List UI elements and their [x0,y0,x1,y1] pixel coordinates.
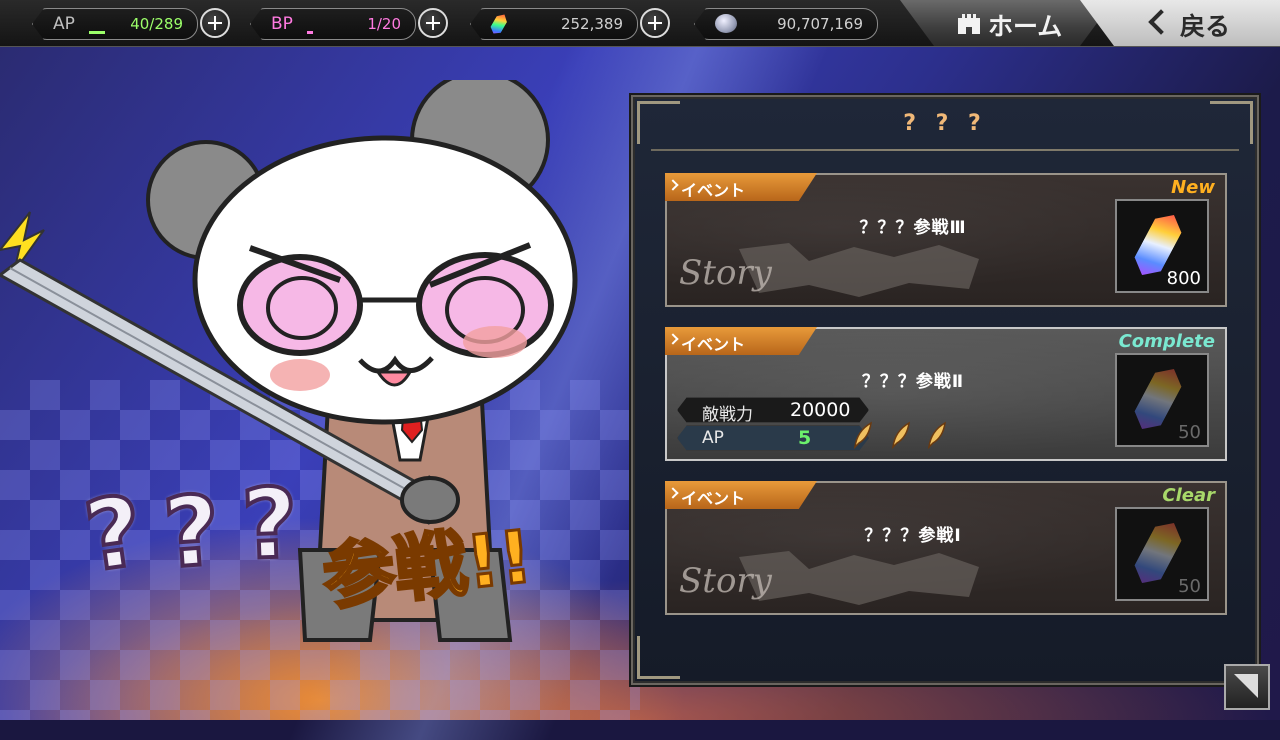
chevron-right-icon [667,487,679,499]
reward-slot[interactable]: 50 [1115,507,1209,601]
event-tag: イベント [665,327,817,355]
story-label: Story [679,561,773,601]
quest-card-1[interactable]: イベント Clear ？？？参戦Ⅰ Story 50 [665,481,1227,615]
reward-count: 50 [1178,422,1201,443]
reward-slot[interactable]: 50 [1115,353,1209,447]
silver-coin-icon [715,14,737,33]
banner-question-mark-2: ? [158,472,225,592]
event-tag-label: イベント [681,335,746,354]
ap-value: 40/289 [130,15,183,33]
ap-counter: AP 40/289 [32,8,198,40]
ap-cost-row: AP 5 [677,425,869,451]
bp-counter: BP 1/20 [250,8,416,40]
quest-name: ？？？参戦Ⅲ [859,218,967,238]
ap-gauge [89,31,105,34]
bp-plus-button[interactable] [418,8,448,38]
coin-value: 90,707,169 [777,15,863,33]
event-tag: イベント [665,173,817,201]
bp-value: 1/20 [367,15,401,33]
quest-status-complete: Complete [1118,331,1215,352]
reward-count: 800 [1166,268,1201,289]
story-scroll-icon: Story [679,243,979,297]
ap-label: AP [53,14,75,34]
triangle-corner-button[interactable] [1224,664,1270,710]
quest-status-new: New [1171,177,1215,198]
event-tag-label: イベント [681,489,746,508]
rainbow-crystal-icon [488,11,509,36]
ap-cost-label: AP [702,428,724,448]
gem-value: 252,389 [560,15,623,33]
home-button[interactable]: ホーム [900,0,1114,46]
quest-card-2[interactable]: イベント Complete ？？？参戦Ⅱ 敵戦力 20000 AP 5 50 [665,327,1227,461]
story-scroll-icon: Story [679,551,979,605]
quest-card-3[interactable]: イベント New ？？？参戦Ⅲ Story 800 [665,173,1227,307]
ornament-corner-icon [637,636,680,679]
home-label: ホーム [988,12,1063,41]
castle-icon [956,10,982,36]
quest-panel: ? ? ? イベント New ？？？参戦Ⅲ Story 800 イベント Com… [631,95,1259,685]
banner-question-mark-3: ? [238,465,302,583]
panel-title: ? ? ? [903,111,987,136]
banner-sansen-text: 参戦!! [317,513,537,621]
bp-label: BP [271,14,293,34]
coin-counter: 90,707,169 [694,8,878,40]
chevron-right-icon [667,179,679,191]
bp-gauge [307,31,313,34]
enemy-power-label: 敵戦力 [702,405,753,425]
quest-status-clear: Clear [1162,485,1215,506]
quest-name: ？？？参戦Ⅱ [861,372,965,392]
enemy-power-value: 20000 [790,399,851,421]
gem-plus-button[interactable] [640,8,670,38]
panel-divider [651,149,1239,151]
feather-icon [891,421,910,450]
reward-count: 50 [1178,576,1201,597]
event-tag: イベント [665,481,817,509]
reward-slot[interactable]: 800 [1115,199,1209,293]
story-label: Story [679,253,773,293]
back-button[interactable]: 戻る [1080,0,1280,46]
enemy-power-row: 敵戦力 20000 [677,397,869,423]
chevron-left-icon [1148,9,1174,35]
feather-icon [853,421,872,450]
ap-plus-button[interactable] [200,8,230,38]
ap-cost-value: 5 [798,427,812,449]
event-tag-label: イベント [681,181,746,200]
gem-counter: 252,389 [470,8,638,40]
back-label: 戻る [1180,12,1231,41]
title-banner: ? ? ? 参戦!! [76,465,546,621]
banner-question-mark-1: ? [76,473,151,596]
top-status-bar: AP 40/289 BP 1/20 252,389 90,707,169 ホーム… [0,0,1280,47]
feather-icon [927,421,946,450]
quest-name: ？？？参戦Ⅰ [864,526,962,546]
chevron-right-icon [667,333,679,345]
